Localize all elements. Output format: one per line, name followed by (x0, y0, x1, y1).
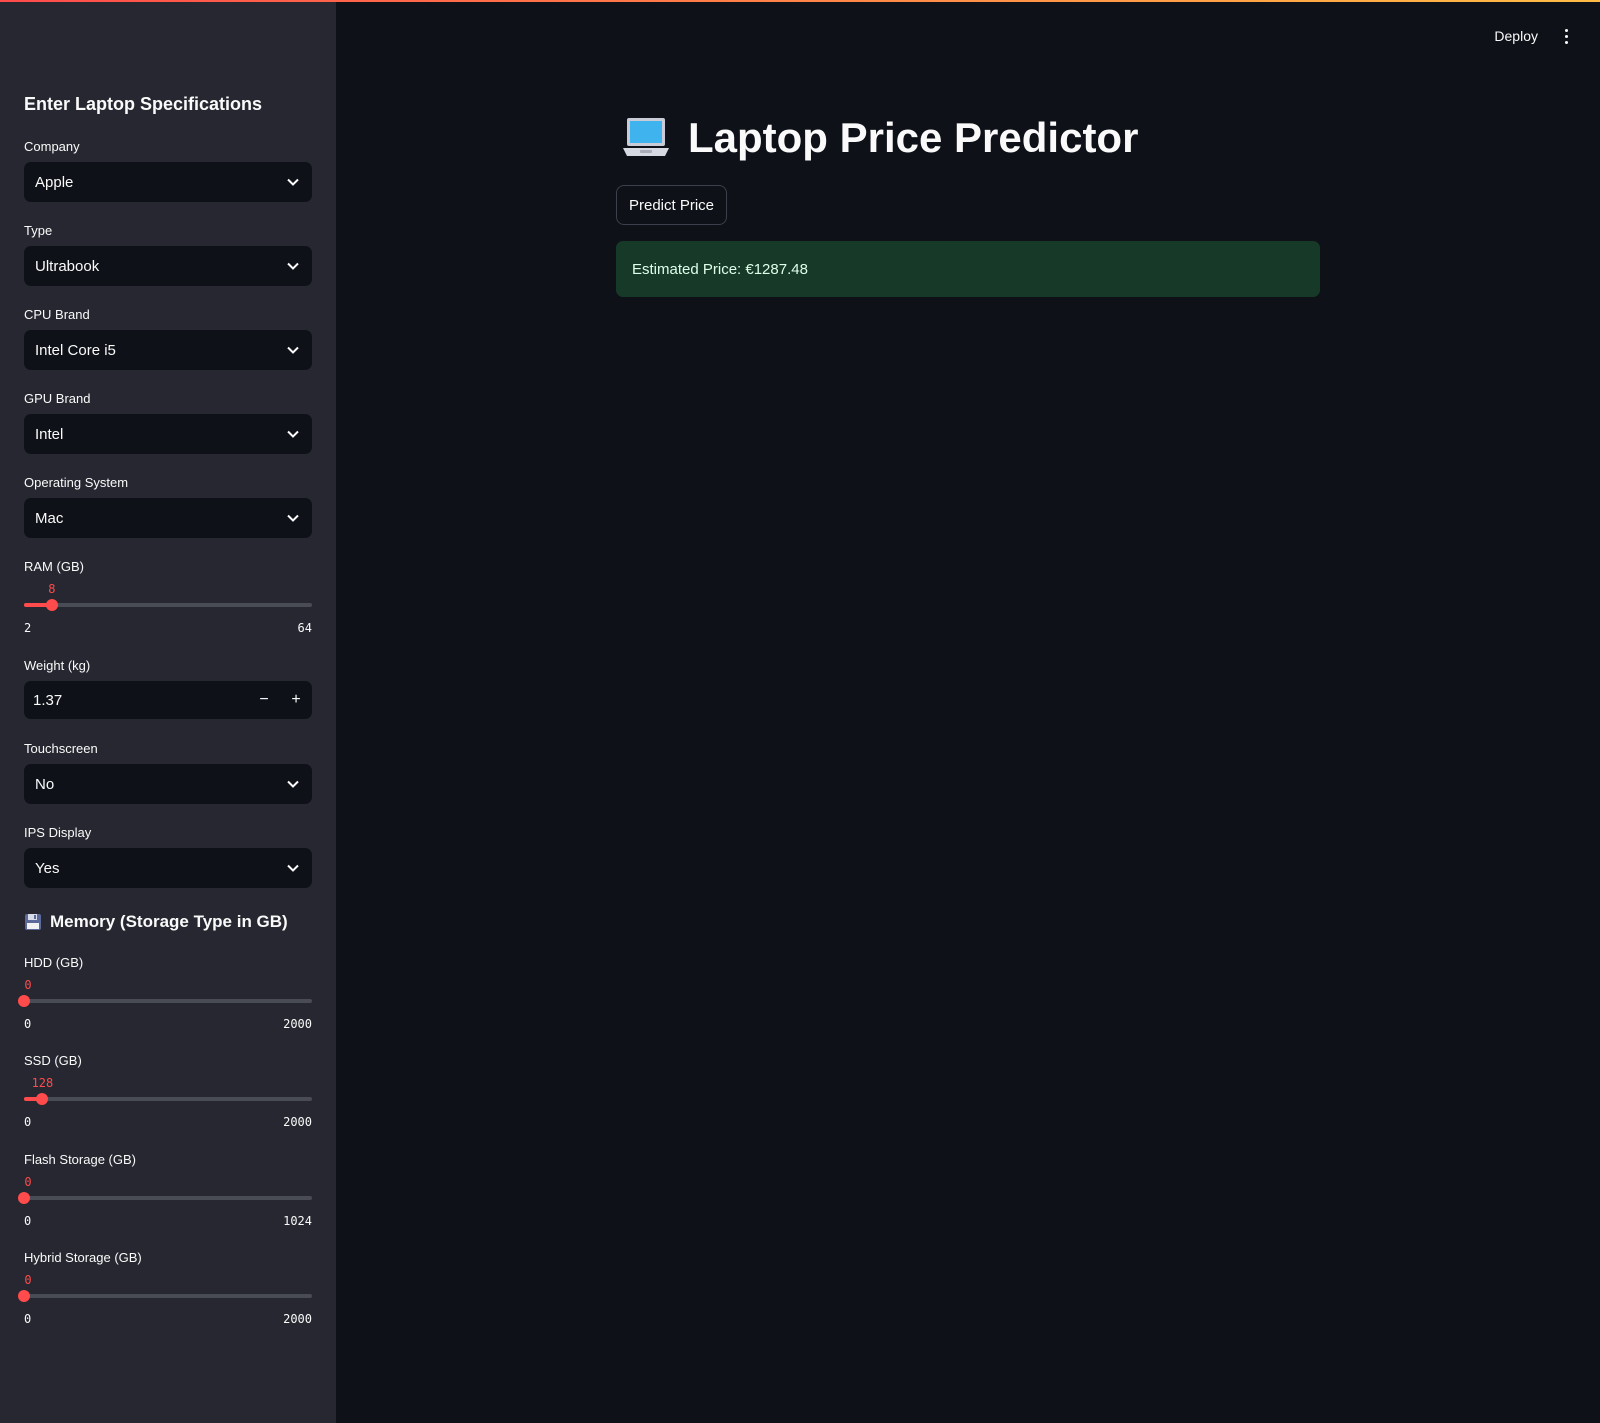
ssd-min-value: 0 (24, 1115, 32, 1129)
slider-thumb[interactable] (45, 599, 58, 611)
hybrid-slider[interactable]: 0 0 2000 (18, 1273, 312, 1331)
company-select[interactable]: Apple (24, 162, 312, 202)
chevron-down-icon (285, 776, 301, 792)
os-select[interactable]: Mac (24, 498, 312, 538)
hybrid-min-value: 0 (24, 1312, 32, 1326)
touchscreen-select[interactable]: No (24, 764, 312, 804)
hdd-slider[interactable]: 0 0 2000 (18, 978, 312, 1036)
slider-track (24, 999, 312, 1003)
hdd-current-value: 0 (24, 978, 32, 992)
slider-thumb[interactable] (18, 995, 30, 1007)
estimated-price-text: Estimated Price: €1287.48 (632, 260, 808, 278)
chevron-down-icon (285, 258, 301, 274)
memory-title-text: Memory (Storage Type in GB) (50, 912, 288, 931)
page-title: Laptop Price Predictor (622, 114, 1138, 162)
gpu-label: GPU Brand (24, 391, 91, 406)
ssd-current-value: 128 (31, 1076, 54, 1090)
slider-track (24, 1097, 312, 1101)
ssd-max-value: 2000 (283, 1115, 312, 1129)
top-decoration-bar (0, 0, 1600, 2)
chevron-down-icon (285, 426, 301, 442)
weight-value[interactable]: 1.37 (24, 692, 248, 709)
touchscreen-value: No (35, 775, 55, 793)
ram-max-value: 64 (297, 621, 312, 635)
memory-section-title: Memory (Storage Type in GB) (24, 912, 288, 932)
flash-current-value: 0 (24, 1175, 32, 1189)
flash-max-value: 1024 (283, 1214, 312, 1228)
flash-label: Flash Storage (GB) (24, 1152, 136, 1167)
cpu-label: CPU Brand (24, 307, 90, 322)
type-label: Type (24, 223, 53, 238)
weight-decrement-button[interactable]: − (248, 681, 280, 719)
ips-select[interactable]: Yes (24, 848, 312, 888)
chevron-down-icon (285, 510, 301, 526)
estimated-price-alert: Estimated Price: €1287.48 (616, 241, 1320, 297)
ips-value: Yes (35, 859, 60, 877)
ram-label: RAM (GB) (24, 559, 84, 574)
flash-min-value: 0 (24, 1214, 32, 1228)
chevron-down-icon (285, 342, 301, 358)
floppy-disk-icon (24, 913, 42, 931)
slider-thumb[interactable] (18, 1290, 30, 1302)
deploy-button[interactable]: Deploy (1494, 28, 1538, 44)
os-value: Mac (35, 509, 64, 527)
ips-label: IPS Display (24, 825, 92, 840)
slider-thumb[interactable] (36, 1093, 49, 1105)
header-toolbar: Deploy (1494, 26, 1574, 46)
hdd-min-value: 0 (24, 1017, 32, 1031)
hdd-max-value: 2000 (283, 1017, 312, 1031)
slider-track (24, 1196, 312, 1200)
page-title-text: Laptop Price Predictor (688, 114, 1139, 161)
company-value: Apple (35, 173, 74, 191)
flash-slider[interactable]: 0 0 1024 (18, 1175, 312, 1233)
sidebar-title: Enter Laptop Specifications (24, 94, 263, 114)
slider-track (24, 1294, 312, 1298)
ram-slider[interactable]: 8 2 64 (24, 582, 312, 640)
weight-number-input[interactable]: 1.37 − + (24, 681, 312, 719)
laptop-icon (622, 116, 670, 160)
predict-price-button[interactable]: Predict Price (616, 185, 728, 225)
ram-min-value: 2 (24, 621, 32, 635)
hybrid-max-value: 2000 (283, 1312, 312, 1326)
chevron-down-icon (285, 860, 301, 876)
ram-current-value: 8 (48, 582, 56, 596)
gpu-select[interactable]: Intel (24, 414, 312, 454)
ssd-label: SSD (GB) (24, 1053, 82, 1068)
type-select[interactable]: Ultrabook (24, 246, 312, 286)
sidebar: Enter Laptop Specifications Company Appl… (0, 0, 336, 1423)
company-label: Company (24, 139, 80, 154)
ssd-slider[interactable]: 128 0 2000 (24, 1076, 312, 1134)
cpu-value: Intel Core i5 (35, 341, 116, 359)
cpu-select[interactable]: Intel Core i5 (24, 330, 312, 370)
hybrid-label: Hybrid Storage (GB) (24, 1250, 142, 1265)
chevron-down-icon (285, 174, 301, 190)
hybrid-current-value: 0 (24, 1273, 32, 1287)
weight-label: Weight (kg) (24, 658, 91, 673)
gpu-value: Intel (35, 425, 64, 443)
touchscreen-label: Touchscreen (24, 741, 98, 756)
more-options-icon[interactable] (1558, 26, 1574, 46)
type-value: Ultrabook (35, 257, 100, 275)
weight-increment-button[interactable]: + (280, 681, 312, 719)
slider-track (24, 603, 312, 607)
slider-thumb[interactable] (18, 1192, 30, 1204)
hdd-label: HDD (GB) (24, 955, 84, 970)
os-label: Operating System (24, 475, 129, 490)
